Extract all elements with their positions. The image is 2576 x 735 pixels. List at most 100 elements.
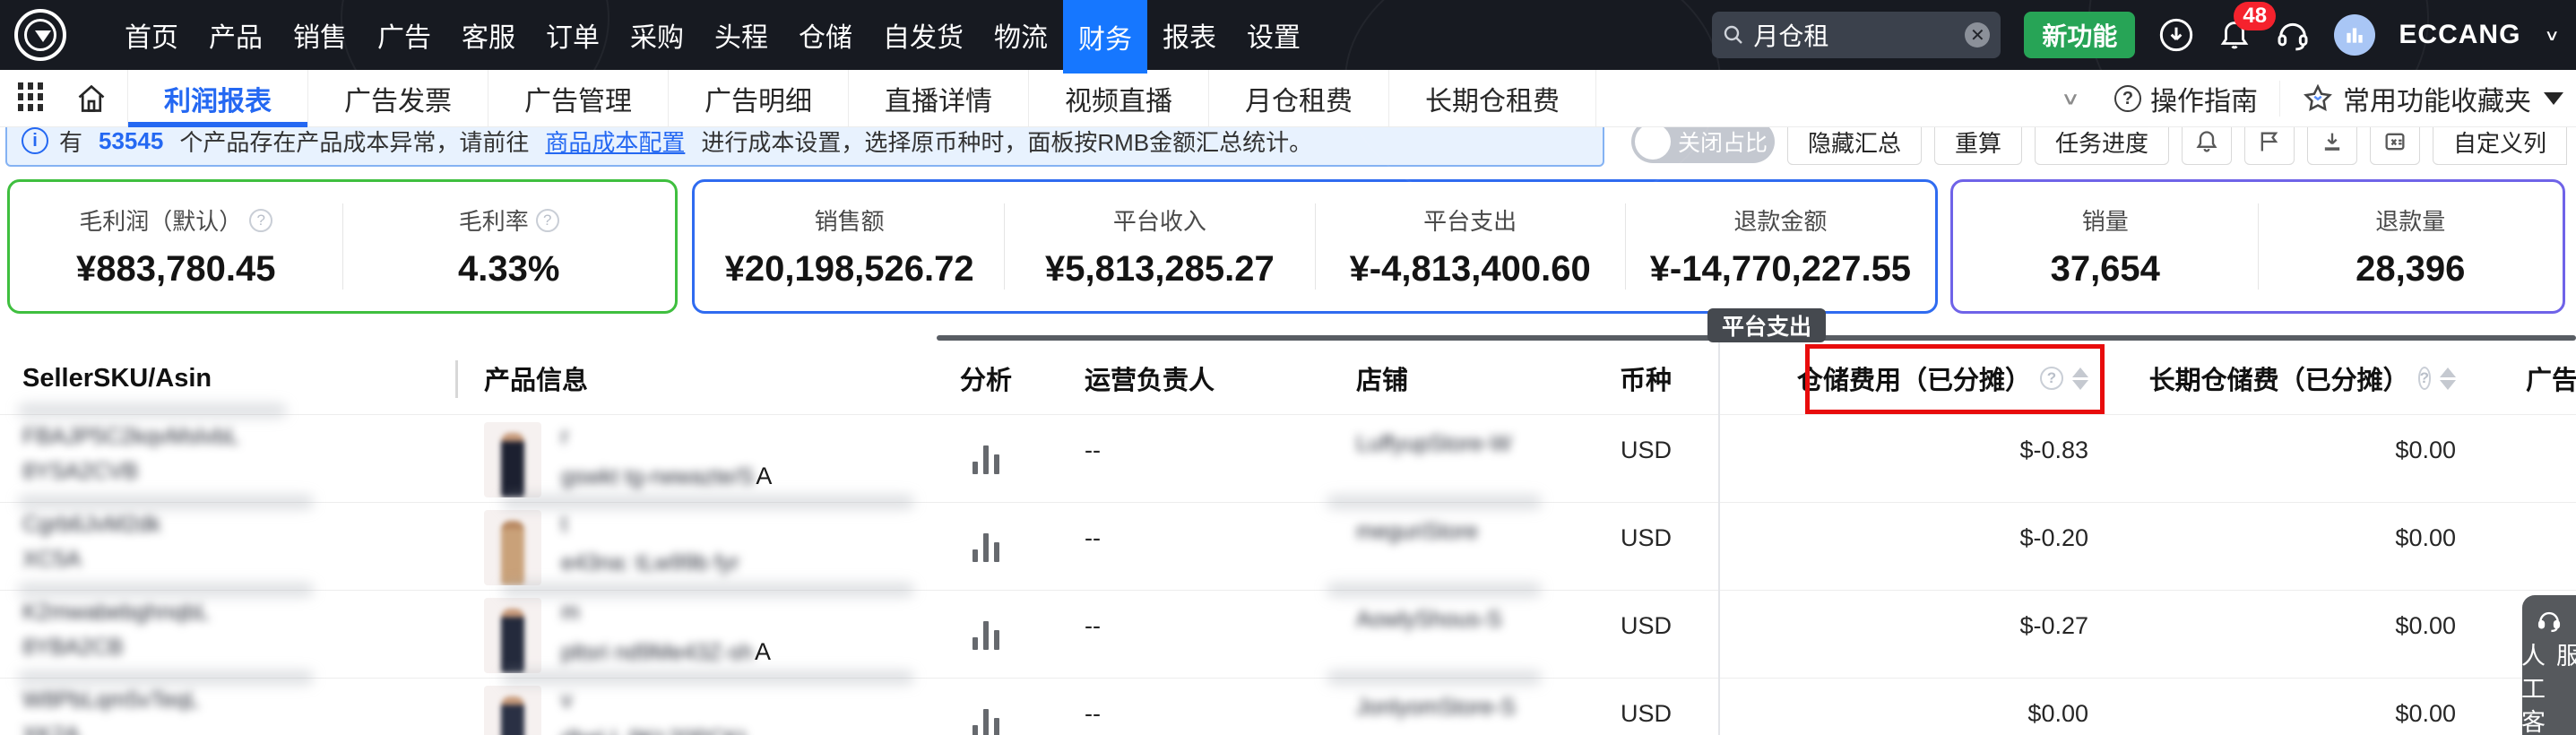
menu-finance[interactable]: 财务 bbox=[1063, 0, 1147, 74]
tabs-collapse-chevron-icon[interactable]: ∨ bbox=[2061, 89, 2080, 109]
help-icon[interactable]: ? bbox=[536, 209, 559, 232]
longterm-fee-cell: $0.00 bbox=[2178, 503, 2519, 590]
sort-icon[interactable] bbox=[2440, 368, 2456, 390]
app-logo[interactable] bbox=[14, 9, 66, 61]
new-features-button[interactable]: 新功能 bbox=[2024, 12, 2135, 58]
stat-value: ¥5,813,285.27 bbox=[1045, 249, 1275, 290]
stat-label: 平台收入 bbox=[1113, 203, 1206, 237]
table-row[interactable]: W8PbLqm5vTeqL XK2A v rlbaLL 9Kt;20PCKt -… bbox=[0, 678, 2576, 735]
menu-service[interactable]: 客服 bbox=[446, 0, 531, 70]
menu-purchase[interactable]: 采购 bbox=[615, 0, 699, 70]
menu-warehouse[interactable]: 仓储 bbox=[783, 0, 868, 70]
highlight-red-box bbox=[1805, 344, 2105, 414]
sku-cell: W8PbLqm5vTeqL XK2A bbox=[0, 679, 457, 735]
stat-label: 退款金额 bbox=[1733, 203, 1827, 237]
apps-grid-icon[interactable] bbox=[18, 82, 50, 115]
alert-count: 53545 bbox=[99, 127, 163, 155]
account-avatar[interactable] bbox=[2334, 14, 2375, 56]
help-icon[interactable]: ? bbox=[2418, 367, 2431, 390]
menu-selfship[interactable]: 自发货 bbox=[868, 0, 979, 70]
operator-cell: -- bbox=[1040, 503, 1300, 590]
table-row[interactable]: FBAJP5C2kqvMslvbL 8YSA2CVB r gswkt tg-rw… bbox=[0, 414, 2576, 502]
table-row[interactable]: Cgrb6JvM2dk XC5A t e43na: tLw99b fyr -- … bbox=[0, 502, 2576, 590]
global-search-input[interactable]: 月仓租 ✕ bbox=[1712, 12, 2001, 58]
tab-ad-detail[interactable]: 广告明细 bbox=[669, 70, 849, 127]
stat-refund-qty: 退款量 28,396 bbox=[2259, 203, 2563, 290]
chart-bars-icon[interactable] bbox=[972, 707, 999, 735]
caret-down-icon bbox=[2544, 92, 2563, 105]
stat-gross-profit: 毛利润（默认）? ¥883,780.45 bbox=[10, 203, 342, 290]
longterm-fee-cell: $0.00 bbox=[2178, 591, 2519, 678]
fixed-column-divider bbox=[1718, 342, 1720, 735]
col-store[interactable]: 店铺 bbox=[1300, 359, 1569, 397]
stat-value: 4.33% bbox=[458, 249, 559, 290]
stat-label: 毛利润（默认） bbox=[79, 203, 242, 237]
tab-live-detail[interactable]: 直播详情 bbox=[849, 70, 1029, 127]
home-icon[interactable] bbox=[75, 82, 108, 115]
analysis-cell[interactable] bbox=[932, 679, 1040, 735]
product-image[interactable] bbox=[484, 510, 541, 585]
stat-platform-expense: 平台支出 ¥-4,813,400.60 bbox=[1316, 203, 1625, 290]
menu-orders[interactable]: 订单 bbox=[531, 0, 615, 70]
product-image[interactable] bbox=[484, 422, 541, 497]
store-cell: AowlyShous-S bbox=[1300, 591, 1569, 678]
store-cell: LuffyupStore-W bbox=[1300, 415, 1569, 502]
stat-platform-income: 平台收入 ¥5,813,285.27 bbox=[1005, 203, 1314, 290]
menu-ads[interactable]: 广告 bbox=[362, 0, 446, 70]
col-currency[interactable]: 币种 bbox=[1569, 359, 1712, 397]
stat-value: ¥-4,813,400.60 bbox=[1350, 249, 1591, 290]
tab-profit-report[interactable]: 利润报表 bbox=[127, 70, 308, 127]
analysis-cell[interactable] bbox=[932, 503, 1040, 590]
analysis-cell[interactable] bbox=[932, 591, 1040, 678]
menu-home[interactable]: 首页 bbox=[109, 0, 194, 70]
download-center-icon[interactable] bbox=[2158, 17, 2194, 53]
menu-logistics[interactable]: 物流 bbox=[979, 0, 1063, 70]
product-image[interactable] bbox=[484, 598, 541, 673]
chart-bars-icon[interactable] bbox=[972, 619, 999, 650]
table-row[interactable]: K2mwabebghnqbL 8YBA2CB m pltsri nd9Me43Z… bbox=[0, 590, 2576, 678]
product-image[interactable] bbox=[484, 686, 541, 735]
col-analysis[interactable]: 分析 bbox=[932, 359, 1040, 397]
profit-table: SellerSKU/Asin 产品信息 分析 运营负责人 店铺 币种 仓储费用（… bbox=[0, 342, 2576, 735]
support-headset-icon[interactable] bbox=[2275, 17, 2311, 53]
platform-card: 销售额 ¥20,198,526.72 平台收入 ¥5,813,285.27 平台… bbox=[692, 179, 1938, 314]
operator-cell: -- bbox=[1040, 415, 1300, 502]
cost-config-link[interactable]: 商品成本配置 bbox=[545, 125, 685, 158]
sku-cell: Cgrb6JvM2dk XC5A bbox=[0, 503, 457, 590]
alert-suffix: 进行成本设置，选择原币种时，面板按RMB金额汇总统计。 bbox=[701, 125, 1312, 158]
longterm-fee-cell: $0.00 bbox=[2178, 679, 2519, 735]
menu-reports[interactable]: 报表 bbox=[1147, 0, 1232, 70]
stat-label: 毛利率 bbox=[459, 203, 529, 237]
menu-sales[interactable]: 销售 bbox=[278, 0, 362, 70]
menu-product[interactable]: 产品 bbox=[194, 0, 278, 70]
col-operator[interactable]: 运营负责人 bbox=[1040, 359, 1300, 397]
account-chevron-down-icon[interactable]: ∨ bbox=[2544, 26, 2560, 44]
search-icon bbox=[1723, 24, 1744, 46]
info-icon: i bbox=[22, 127, 48, 154]
human-service-tab[interactable]: 人工客服 bbox=[2522, 595, 2576, 735]
stat-label: 销售额 bbox=[815, 203, 885, 237]
clear-search-icon[interactable]: ✕ bbox=[1965, 22, 1990, 48]
col-longterm-fee[interactable]: 长期仓储费（已分摊） ? bbox=[2178, 359, 2519, 397]
main-menu: 首页 产品 销售 广告 客服 订单 采购 头程 仓储 自发货 物流 财务 报表 … bbox=[109, 0, 1316, 70]
col-ad-fee[interactable]: 广告费 bbox=[2519, 359, 2576, 397]
quantity-card: 销量 37,654 退款量 28,396 bbox=[1950, 179, 2565, 314]
analysis-cell[interactable] bbox=[932, 415, 1040, 502]
store-cell: JonlyomStore-S bbox=[1300, 679, 1569, 735]
help-icon[interactable]: ? bbox=[249, 209, 272, 232]
storage-fee-cell: $-0.20 bbox=[1725, 503, 2178, 590]
product-cell: m pltsri nd9Me43Z-shA bbox=[457, 591, 932, 678]
col-sku[interactable]: SellerSKU/Asin bbox=[0, 364, 457, 393]
operator-cell: -- bbox=[1040, 679, 1300, 735]
account-name[interactable]: ECCANG bbox=[2399, 20, 2520, 50]
chart-bars-icon[interactable] bbox=[972, 532, 999, 562]
notifications-bell-icon[interactable]: 48 bbox=[2217, 16, 2252, 54]
menu-firstleg[interactable]: 头程 bbox=[699, 0, 783, 70]
app-root: i 有 53545 个产品存在产品成本异常，请前往 商品成本配置 进行成本设置，… bbox=[0, 0, 2576, 735]
col-product[interactable]: 产品信息 bbox=[457, 359, 932, 397]
storage-fee-cell: $0.00 bbox=[1725, 679, 2178, 735]
stat-gross-margin: 毛利率? 4.33% bbox=[343, 203, 676, 290]
tab-video-live[interactable]: 视频直播 bbox=[1029, 70, 1209, 127]
chart-bars-icon[interactable] bbox=[972, 444, 999, 474]
menu-settings[interactable]: 设置 bbox=[1232, 0, 1316, 70]
